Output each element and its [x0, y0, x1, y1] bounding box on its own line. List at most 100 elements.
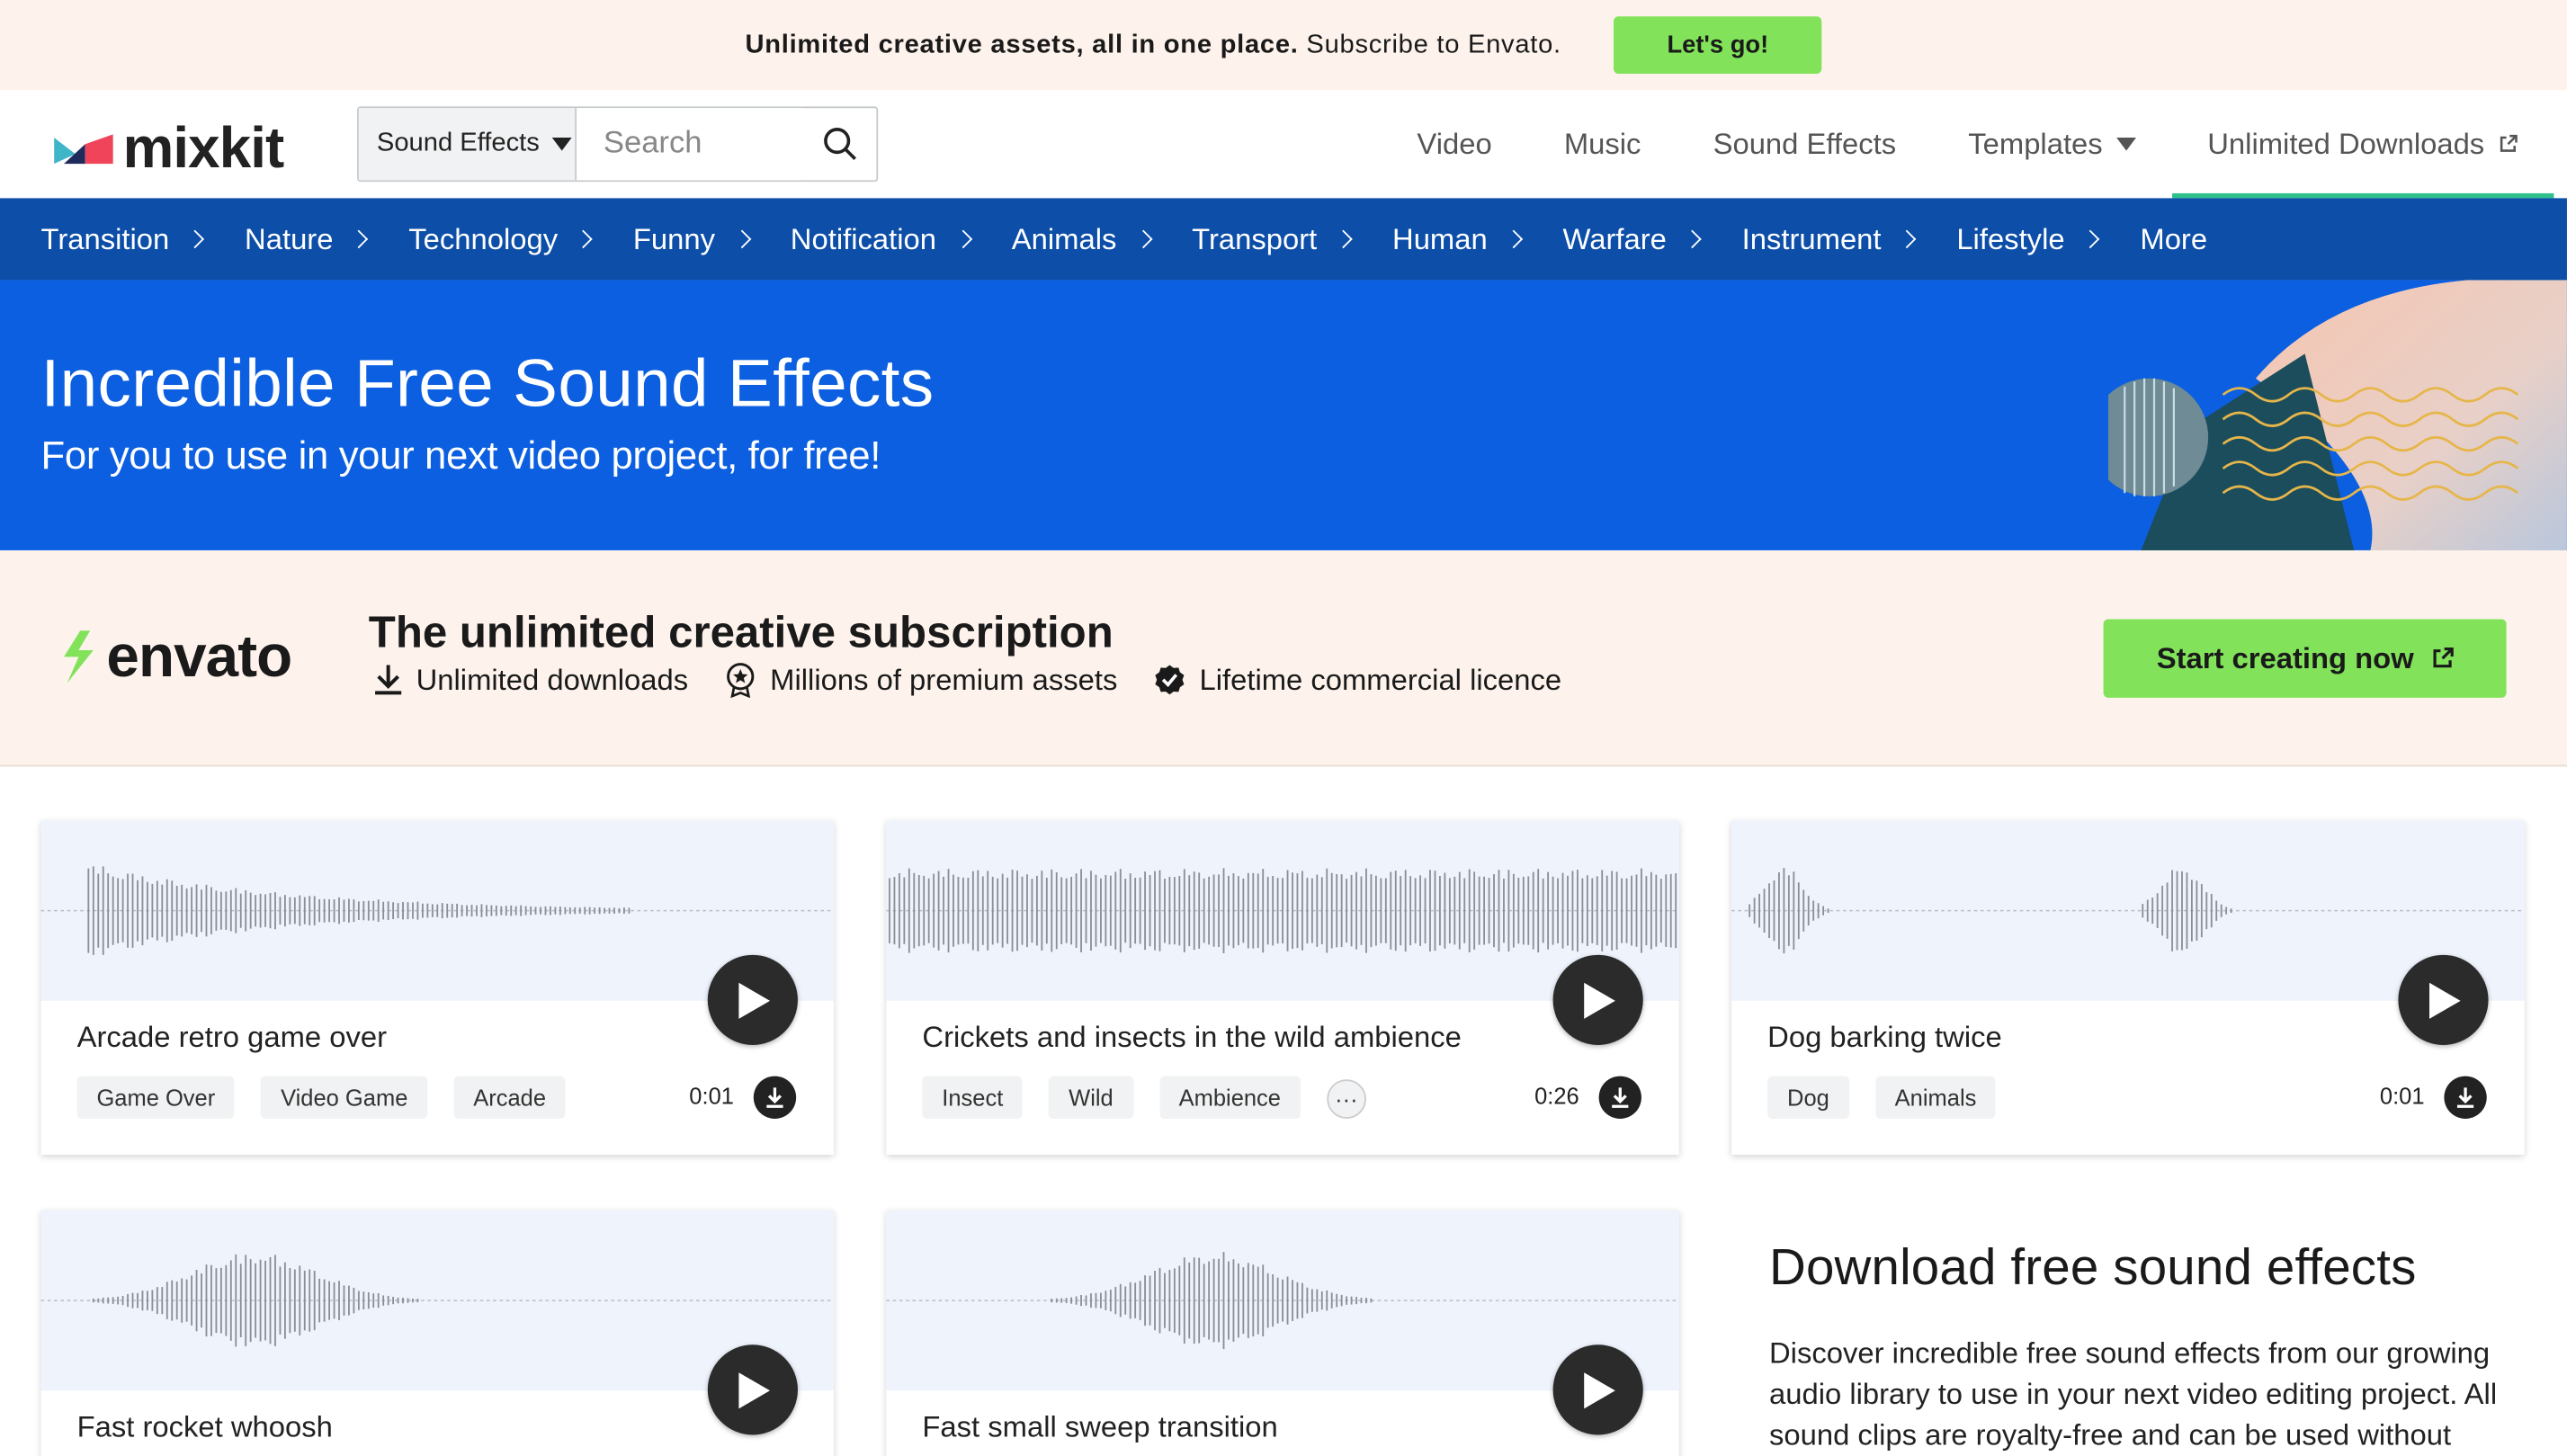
search-input[interactable]: [577, 108, 803, 180]
nav-unlimited-downloads[interactable]: Unlimited Downloads: [2171, 90, 2554, 198]
sound-title[interactable]: Arcade retro game over: [77, 1021, 387, 1055]
download-button[interactable]: [1599, 1076, 1641, 1119]
more-tags-button[interactable]: ···: [1327, 1079, 1366, 1119]
category-label: More: [2140, 222, 2207, 256]
page: Unlimited creative assets, all in one pl…: [0, 0, 2567, 1456]
award-icon: [724, 662, 756, 698]
category-nature[interactable]: Nature: [245, 222, 366, 256]
play-button[interactable]: [1553, 1344, 1643, 1434]
chevron-right-icon: [575, 230, 594, 249]
category-label: Transition: [41, 222, 170, 256]
chevron-right-icon: [1505, 230, 1524, 249]
category-warfare[interactable]: Warfare: [1562, 222, 1699, 256]
play-icon: [735, 980, 771, 1020]
category-funny[interactable]: Funny: [633, 222, 748, 256]
play-button[interactable]: [708, 955, 798, 1045]
promo-bold-text: Unlimited creative assets, all in one pl…: [745, 31, 1298, 58]
sound-card[interactable]: Dog barking twice Dog Animals 0:01: [1731, 820, 2525, 1155]
tag[interactable]: Wild: [1049, 1076, 1132, 1119]
download-icon: [1609, 1086, 1632, 1109]
category-label: Nature: [245, 222, 333, 256]
play-icon: [1580, 1371, 1616, 1410]
sound-title[interactable]: Crickets and insects in the wild ambienc…: [922, 1021, 1461, 1055]
download-button[interactable]: [2444, 1076, 2486, 1119]
mixkit-logo-icon: [54, 131, 116, 167]
nav-music-label: Music: [1564, 127, 1641, 161]
promo-text: Unlimited creative assets, all in one pl…: [745, 31, 1561, 60]
tag-list: Dog Animals: [1767, 1076, 1996, 1119]
tag[interactable]: Arcade: [453, 1076, 566, 1119]
lets-go-button[interactable]: Let's go!: [1614, 16, 1821, 74]
tag[interactable]: Game Over: [77, 1076, 235, 1119]
search-icon: [822, 126, 858, 162]
search-button[interactable]: [803, 108, 876, 180]
start-creating-label: Start creating now: [2157, 641, 2414, 675]
sound-card[interactable]: Fast rocket whoosh: [41, 1210, 835, 1456]
category-label: Human: [1392, 222, 1488, 256]
sound-title[interactable]: Fast rocket whoosh: [77, 1410, 333, 1444]
play-icon: [735, 1371, 771, 1410]
category-instrument[interactable]: Instrument: [1742, 222, 1914, 256]
envato-features: Unlimited downloads Millions of premium …: [373, 662, 1561, 698]
caret-down-icon: [552, 138, 572, 151]
tag-list: Game Over Video Game Arcade: [77, 1076, 566, 1119]
category-label: Animals: [1012, 222, 1117, 256]
category-transport[interactable]: Transport: [1192, 222, 1349, 256]
category-label: Notification: [791, 222, 936, 256]
tag[interactable]: Dog: [1767, 1076, 1848, 1119]
info-section: Download free sound effects Discover inc…: [1769, 1238, 2507, 1456]
sound-title[interactable]: Dog barking twice: [1767, 1021, 2002, 1055]
nav-templates[interactable]: Templates: [1932, 90, 2171, 198]
promo-sub-text: Subscribe to Envato.: [1299, 31, 1561, 58]
tag[interactable]: Video Game: [261, 1076, 427, 1119]
tag[interactable]: Ambience: [1159, 1076, 1301, 1119]
mixkit-logo[interactable]: mixkit: [54, 116, 283, 182]
play-button[interactable]: [2398, 955, 2488, 1045]
nav-unlimited-downloads-label: Unlimited Downloads: [2207, 127, 2484, 161]
play-icon: [2425, 980, 2461, 1020]
start-creating-button[interactable]: Start creating now: [2104, 619, 2507, 697]
category-lifestyle[interactable]: Lifestyle: [1956, 222, 2097, 256]
feature-unlimited-downloads: Unlimited downloads: [373, 662, 688, 698]
nav-sound-effects-label: Sound Effects: [1713, 127, 1897, 161]
category-more[interactable]: More: [2140, 222, 2207, 256]
envato-logo[interactable]: envato: [58, 622, 292, 691]
nav-sound-effects[interactable]: Sound Effects: [1677, 90, 1933, 198]
chevron-right-icon: [953, 230, 972, 249]
feature-label: Unlimited downloads: [416, 663, 689, 697]
sound-card[interactable]: Crickets and insects in the wild ambienc…: [886, 820, 1679, 1155]
search-category-select[interactable]: Sound Effects: [359, 108, 577, 180]
category-label: Funny: [633, 222, 715, 256]
category-notification[interactable]: Notification: [791, 222, 970, 256]
nav-video[interactable]: Video: [1381, 90, 1527, 198]
download-button[interactable]: [754, 1076, 796, 1119]
tag[interactable]: Animals: [1875, 1076, 1996, 1119]
external-link-icon: [2498, 134, 2518, 154]
category-animals[interactable]: Animals: [1012, 222, 1149, 256]
search-category-label: Sound Effects: [377, 130, 540, 159]
category-nav: Transition Nature Technology Funny Notif…: [0, 198, 2567, 280]
play-button[interactable]: [708, 1344, 798, 1434]
play-button[interactable]: [1553, 955, 1643, 1045]
sound-title[interactable]: Fast small sweep transition: [922, 1410, 1277, 1444]
feature-label: Lifetime commercial licence: [1199, 663, 1561, 697]
category-technology[interactable]: Technology: [408, 222, 590, 256]
sound-card[interactable]: Arcade retro game over Game Over Video G…: [41, 820, 835, 1155]
category-transition[interactable]: Transition: [41, 222, 202, 256]
sound-card[interactable]: Fast small sweep transition: [886, 1210, 1679, 1456]
site-header: mixkit Sound Effects Video Music Sound E…: [0, 90, 2567, 198]
category-label: Instrument: [1742, 222, 1882, 256]
hero-illustration: [2108, 280, 2567, 550]
category-human[interactable]: Human: [1392, 222, 1520, 256]
tag-list: Insect Wild Ambience ···: [922, 1076, 1365, 1119]
download-icon: [373, 664, 403, 696]
envato-logo-text: envato: [106, 622, 291, 691]
nav-music[interactable]: Music: [1528, 90, 1677, 198]
tag[interactable]: Insect: [922, 1076, 1023, 1119]
top-nav: Video Music Sound Effects Templates Unli…: [1381, 90, 2553, 198]
verified-badge-icon: [1153, 664, 1185, 696]
download-icon: [764, 1086, 786, 1109]
hero-subtitle: For you to use in your next video projec…: [41, 434, 881, 480]
category-label: Lifestyle: [1956, 222, 2064, 256]
nav-templates-label: Templates: [1968, 127, 2102, 161]
